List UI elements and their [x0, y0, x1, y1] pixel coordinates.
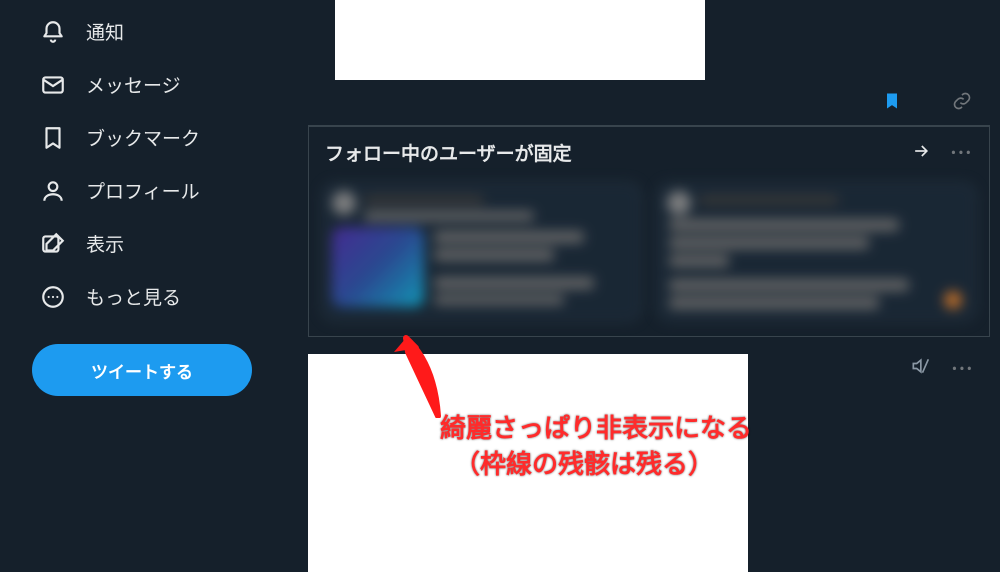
pinned-more-menu[interactable]: •••	[951, 143, 973, 162]
masked-region-top	[335, 0, 705, 80]
sidebar-item-profile[interactable]: プロフィール	[28, 167, 280, 214]
tab-bookmark-active[interactable]	[872, 91, 912, 115]
pinned-title: フォロー中のユーザーが固定	[325, 139, 572, 166]
tab-link[interactable]	[942, 91, 982, 115]
profile-tab-row	[308, 80, 990, 126]
pinned-users-card: フォロー中のユーザーが固定 •••	[308, 126, 990, 337]
main-column: フォロー中のユーザーが固定 •••	[280, 0, 1000, 572]
sidebar-item-notifications[interactable]: 通知	[28, 8, 280, 55]
pinned-tweet-card[interactable]	[321, 182, 642, 322]
envelope-icon	[40, 72, 66, 98]
mute-icon[interactable]	[910, 356, 930, 380]
sidebar-item-messages[interactable]: メッセージ	[28, 61, 280, 108]
edit-icon	[40, 231, 66, 257]
pinned-tweet-card[interactable]	[656, 182, 977, 322]
sidebar-item-bookmarks[interactable]: ブックマーク	[28, 114, 280, 161]
sidebar-item-label: ブックマーク	[86, 124, 200, 151]
pinned-header: フォロー中のユーザーが固定 •••	[309, 127, 989, 176]
bookmark-icon	[40, 125, 66, 151]
sidebar-item-label: もっと見る	[86, 283, 181, 310]
sidebar: 通知 メッセージ ブックマーク プロフィール 表示	[0, 0, 280, 572]
pinned-open-arrow[interactable]	[911, 141, 931, 165]
bell-icon	[40, 19, 66, 45]
sidebar-item-label: プロフィール	[86, 177, 200, 204]
sidebar-item-label: 表示	[86, 230, 124, 257]
media-more-menu[interactable]: •••	[952, 359, 974, 378]
masked-region-bottom	[308, 354, 748, 572]
sidebar-item-display[interactable]: 表示	[28, 220, 280, 267]
sidebar-item-more[interactable]: もっと見る	[28, 273, 280, 320]
person-icon	[40, 178, 66, 204]
sidebar-item-label: 通知	[86, 18, 124, 45]
sidebar-item-label: メッセージ	[86, 71, 181, 98]
more-circle-icon	[40, 284, 66, 310]
tweet-button[interactable]: ツイートする	[32, 344, 252, 396]
